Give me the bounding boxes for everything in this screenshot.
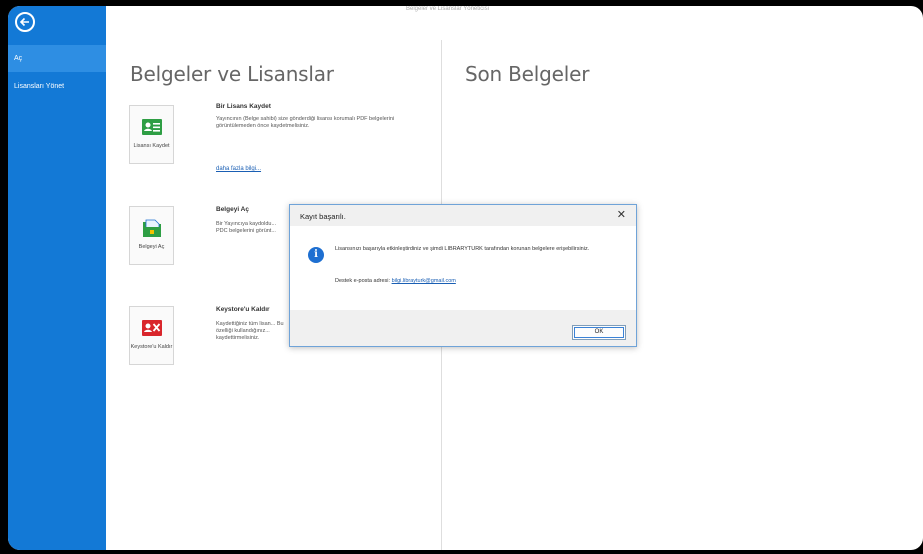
window-title: Belgeler ve Lisanslar Yöneticisi xyxy=(406,6,489,12)
page-title: Belgeler ve Lisanslar xyxy=(130,62,334,86)
support-line: Destek e-posta adresi: bilgi.librayturk@… xyxy=(335,278,456,284)
dialog-title: Kayıt başarılı. xyxy=(300,212,346,221)
open-document-icon xyxy=(142,219,161,237)
recent-documents-title: Son Belgeler xyxy=(465,62,590,86)
dialog-body: i Lisansınızı başarıyla etkinleştirdiniz… xyxy=(290,226,636,310)
sidebar-item-manage-licenses[interactable]: Lisansları Yönet xyxy=(8,73,106,100)
dialog-message: Lisansınızı başarıyla etkinleştirdiniz v… xyxy=(335,246,590,252)
more-info-link[interactable]: daha fazla bilgi... xyxy=(216,166,261,172)
action-heading: Bir Lisans Kaydet xyxy=(216,103,271,110)
success-dialog: Kayıt başarılı. ✕ i Lisansınızı başarıyl… xyxy=(289,204,637,347)
open-document-button[interactable]: Belgeyi Aç xyxy=(129,206,174,265)
action-description: Yayıncının (Belge sahibi) size gönderdiğ… xyxy=(216,116,395,129)
ok-button[interactable]: OK xyxy=(572,325,626,340)
action-heading: Keystore'u Kaldır xyxy=(216,306,270,313)
tile-label: Keystore'u Kaldır xyxy=(130,344,173,350)
tile-label: Belgeyi Aç xyxy=(138,244,165,250)
remove-card-icon xyxy=(141,320,162,336)
support-email-link[interactable]: bilgi.librayturk@gmail.com xyxy=(392,278,456,284)
action-heading: Belgeyi Aç xyxy=(216,206,249,213)
close-icon[interactable]: ✕ xyxy=(617,208,626,221)
support-label: Destek e-posta adresi: xyxy=(335,278,391,284)
license-card-icon xyxy=(141,119,162,135)
sidebar: Aç Lisansları Yönet xyxy=(8,6,106,550)
back-arrow-icon[interactable] xyxy=(15,12,35,32)
info-icon: i xyxy=(308,247,324,263)
sidebar-item-open[interactable]: Aç xyxy=(8,45,106,72)
action-description: Kaydettiğiniz tüm lisan... Bu özelliği k… xyxy=(216,321,284,341)
remove-keystore-button[interactable]: Keystore'u Kaldır xyxy=(129,306,174,365)
tile-label: Lisansı Kaydet xyxy=(133,143,170,149)
app-window: Belgeler ve Lisanslar Yöneticisi Aç Lisa… xyxy=(8,6,923,550)
action-description: Bir Yayıncıya kaydoldu... PDC belgelerin… xyxy=(216,221,277,234)
save-license-button[interactable]: Lisansı Kaydet xyxy=(129,105,174,164)
